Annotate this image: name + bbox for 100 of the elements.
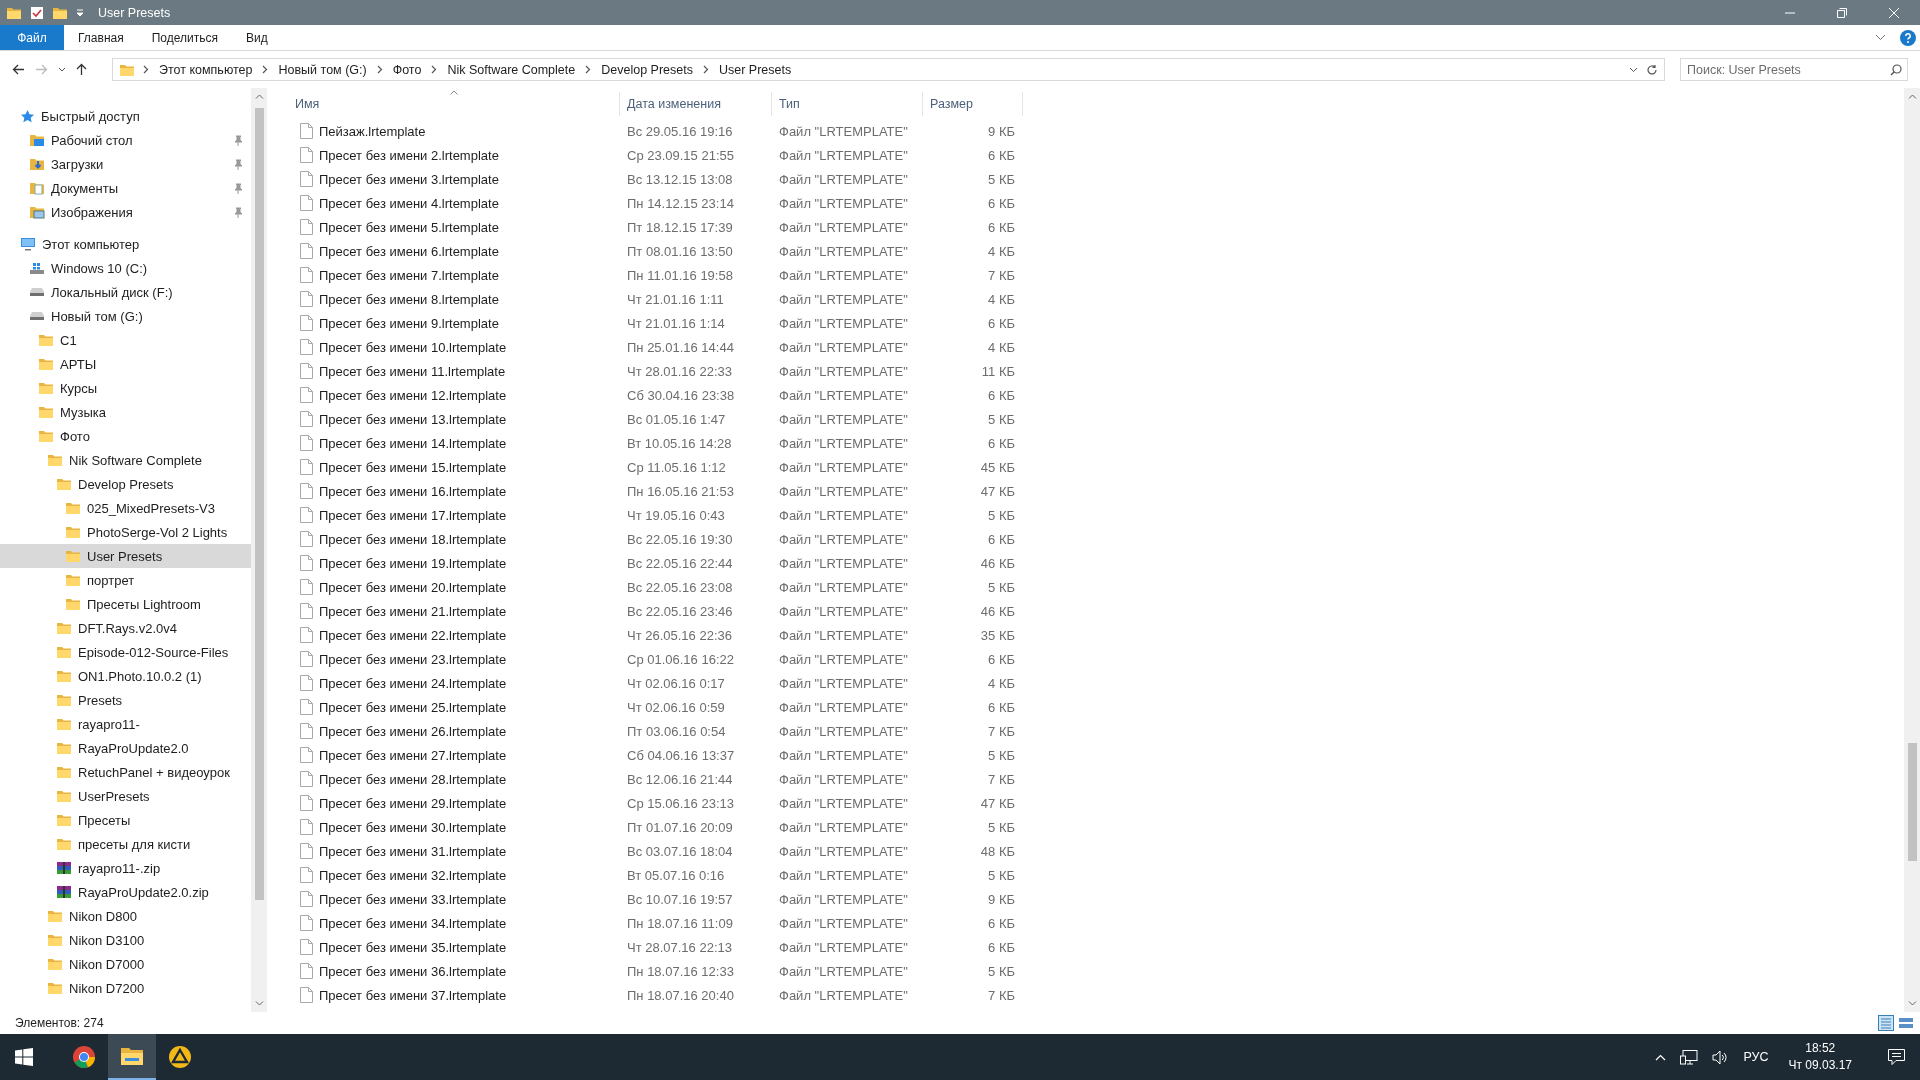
tree-item[interactable]: RayaProUpdate2.0	[0, 736, 251, 760]
tree-item[interactable]: Локальный диск (F:)	[0, 280, 251, 304]
file-name[interactable]: Пресет без имени 23.lrtemplate	[319, 651, 507, 667]
tree-item[interactable]: Пресеты Lightroom	[0, 592, 251, 616]
tree-item[interactable]: Рабочий стол	[0, 128, 251, 152]
file-name[interactable]: Пресет без имени 32.lrtemplate	[319, 867, 507, 883]
tree-item[interactable]: Быстрый доступ	[0, 104, 251, 128]
file-name[interactable]: Пресет без имени 25.lrtemplate	[319, 699, 507, 715]
tree-item[interactable]: Этот компьютер	[0, 232, 251, 256]
network-icon[interactable]	[1680, 1049, 1699, 1065]
file-name[interactable]: Пресет без имени 10.lrtemplate	[319, 339, 507, 355]
file-name[interactable]: Пресет без имени 37.lrtemplate	[319, 987, 507, 1003]
file-name[interactable]: Пресет без имени 5.lrtemplate	[319, 219, 499, 235]
file-menu-button[interactable]: Файл	[0, 25, 64, 50]
file-name[interactable]: Пресет без имени 8.lrtemplate	[319, 291, 499, 307]
column-header[interactable]: Размер	[923, 92, 1023, 116]
tiles-view-icon[interactable]	[1898, 1015, 1914, 1031]
show-hidden-icons-icon[interactable]	[1655, 1053, 1667, 1061]
properties-icon[interactable]	[30, 5, 44, 20]
column-header[interactable]: Дата изменения	[620, 92, 772, 116]
volume-icon[interactable]	[1712, 1049, 1730, 1065]
tree-item[interactable]: Windows 10 (C:)	[0, 256, 251, 280]
tree-item[interactable]: Episode-012-Source-Files	[0, 640, 251, 664]
tree-item[interactable]: Nikon D7000	[0, 952, 251, 976]
column-header[interactable]: Тип	[772, 92, 923, 116]
tree-item[interactable]: DFT.Rays.v2.0v4	[0, 616, 251, 640]
tree-item[interactable]: rayapro11-	[0, 712, 251, 736]
file-name[interactable]: Пресет без имени 18.lrtemplate	[319, 531, 507, 547]
tree-item[interactable]: Nikon D800	[0, 904, 251, 928]
up-button[interactable]	[76, 63, 87, 76]
file-name[interactable]: Пресет без имени 3.lrtemplate	[319, 171, 499, 187]
help-icon[interactable]	[1900, 29, 1916, 46]
tree-item[interactable]: Новый том (G:)	[0, 304, 251, 328]
clock-time[interactable]: 18:52	[1805, 1040, 1836, 1057]
tree-item[interactable]: Изображения	[0, 200, 251, 224]
tree-item[interactable]: портрет	[0, 568, 251, 592]
scrollbar-thumb[interactable]	[1907, 743, 1917, 861]
file-name[interactable]: Пресет без имени 6.lrtemplate	[319, 243, 499, 259]
file-name[interactable]: Пресет без имени 24.lrtemplate	[319, 675, 507, 691]
file-name[interactable]: Пресет без имени 27.lrtemplate	[319, 747, 507, 763]
tree-item[interactable]: Nik Software Complete	[0, 448, 251, 472]
tree-item[interactable]: Фото	[0, 424, 251, 448]
tree-item[interactable]: Nikon D7200	[0, 976, 251, 1000]
file-explorer-taskbar-button[interactable]	[108, 1034, 156, 1080]
details-view-icon[interactable]	[1878, 1015, 1894, 1031]
file-name[interactable]: Пресет без имени 4.lrtemplate	[319, 195, 499, 211]
tree-item[interactable]: Presets	[0, 688, 251, 712]
file-name[interactable]: Пресет без имени 29.lrtemplate	[319, 795, 507, 811]
file-name[interactable]: Пресет без имени 11.lrtemplate	[319, 363, 506, 379]
tree-item[interactable]: RayaProUpdate2.0.zip	[0, 880, 251, 904]
ribbon-tab[interactable]: Вид	[231, 25, 282, 50]
tree-item[interactable]: 025_MixedPresets-V3	[0, 496, 251, 520]
breadcrumb[interactable]: Фото	[390, 62, 424, 77]
file-name[interactable]: Пресет без имени 17.lrtemplate	[319, 507, 507, 523]
tree-item[interactable]: Загрузки	[0, 152, 251, 176]
dropdown-icon[interactable]	[1629, 66, 1638, 73]
tree-item[interactable]: Музыка	[0, 400, 251, 424]
search-field[interactable]: Поиск: User Presets	[1680, 58, 1908, 81]
tree-item[interactable]: Develop Presets	[0, 472, 251, 496]
file-name[interactable]: Пресет без имени 36.lrtemplate	[319, 963, 507, 979]
file-name[interactable]: Пресет без имени 31.lrtemplate	[319, 843, 507, 859]
tree-item[interactable]: rayapro11-.zip	[0, 856, 251, 880]
file-name[interactable]: Пресет без имени 7.lrtemplate	[319, 267, 499, 283]
tree-item[interactable]: RetuchPanel + видеоурок	[0, 760, 251, 784]
tree-item[interactable]: АРТЫ	[0, 352, 251, 376]
refresh-icon[interactable]	[1646, 63, 1658, 76]
back-button[interactable]	[12, 64, 25, 75]
ribbon-tab[interactable]: Главная	[64, 25, 138, 50]
tree-item[interactable]: PhotoSerge-Vol 2 Lights	[0, 520, 251, 544]
tree-item[interactable]: Курсы	[0, 376, 251, 400]
tree-item[interactable]: UserPresets	[0, 784, 251, 808]
file-name[interactable]: Пресет без имени 21.lrtemplate	[319, 603, 507, 619]
expand-ribbon-icon[interactable]	[1875, 34, 1886, 41]
breadcrumb[interactable]: Nik Software Complete	[445, 62, 578, 77]
search-icon[interactable]	[1890, 64, 1902, 76]
file-name[interactable]: Пейзаж.lrtemplate	[319, 123, 426, 139]
breadcrumb[interactable]: Develop Presets	[599, 62, 695, 77]
file-name[interactable]: Пресет без имени 20.lrtemplate	[319, 579, 507, 595]
file-name[interactable]: Пресет без имени 13.lrtemplate	[319, 411, 507, 427]
column-header[interactable]: Имя	[288, 92, 620, 116]
file-name[interactable]: Пресет без имени 35.lrtemplate	[319, 939, 507, 955]
file-name[interactable]: Пресет без имени 15.lrtemplate	[319, 459, 507, 475]
tree-item[interactable]: Nikon D3100	[0, 928, 251, 952]
file-name[interactable]: Пресет без имени 34.lrtemplate	[319, 915, 507, 931]
file-name[interactable]: Пресет без имени 19.lrtemplate	[319, 555, 507, 571]
breadcrumb[interactable]: Этот компьютер	[157, 62, 255, 77]
file-name[interactable]: Пресет без имени 22.lrtemplate	[319, 627, 507, 643]
file-name[interactable]: Пресет без имени 28.lrtemplate	[319, 771, 507, 787]
tree-item[interactable]: User Presets	[0, 544, 251, 568]
file-name[interactable]: Пресет без имени 33.lrtemplate	[319, 891, 507, 907]
tree-item[interactable]: Документы	[0, 176, 251, 200]
tree-item[interactable]: ON1.Photo.10.0.2 (1)	[0, 664, 251, 688]
language-indicator[interactable]: РУС	[1743, 1050, 1769, 1064]
file-name[interactable]: Пресет без имени 26.lrtemplate	[319, 723, 507, 739]
file-name[interactable]: Пресет без имени 16.lrtemplate	[319, 483, 507, 499]
file-name[interactable]: Пресет без имени 9.lrtemplate	[319, 315, 499, 331]
file-name[interactable]: Пресет без имени 2.lrtemplate	[319, 147, 499, 163]
tree-item[interactable]: Пресеты	[0, 808, 251, 832]
file-name[interactable]: Пресет без имени 14.lrtemplate	[319, 435, 507, 451]
address-bar[interactable]: Этот компьютер Новый том (G:) Фото Nik Software Complete Develop Presets User Presets	[112, 58, 1665, 81]
